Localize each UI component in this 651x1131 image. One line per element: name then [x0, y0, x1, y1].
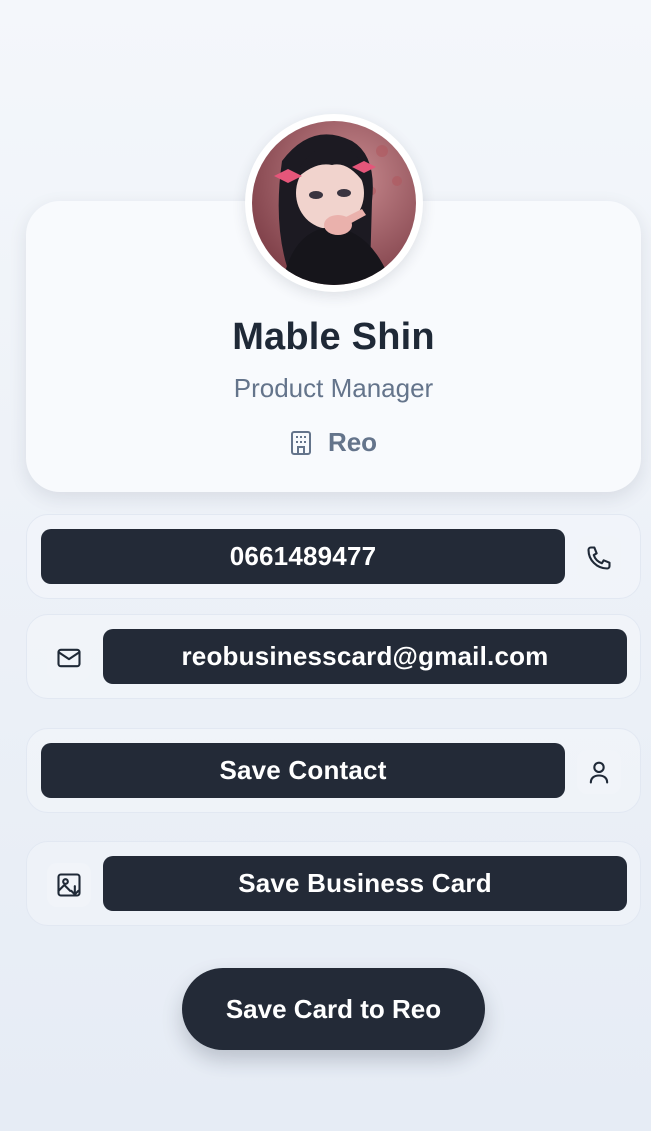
phone-row: 0661489477 — [26, 514, 641, 599]
save-business-card-row: Save Business Card — [26, 841, 641, 926]
company-info: Reo — [26, 427, 641, 458]
email-button[interactable]: reobusinesscard@gmail.com — [103, 629, 627, 684]
save-card-to-reo-button[interactable]: Save Card to Reo — [182, 968, 485, 1050]
profile-role: Product Manager — [233, 373, 434, 403]
avatar-image — [252, 121, 416, 285]
save-contact-row: Save Contact — [26, 728, 641, 813]
profile-name: Mable Shin — [232, 316, 435, 358]
building-icon — [290, 430, 312, 456]
avatar — [245, 114, 423, 292]
mail-icon[interactable] — [47, 636, 91, 680]
company-name: Reo — [327, 427, 378, 457]
save-contact-button[interactable]: Save Contact — [41, 743, 565, 798]
image-download-icon[interactable] — [47, 863, 91, 907]
phone-button[interactable]: 0661489477 — [41, 529, 565, 584]
user-icon[interactable] — [577, 750, 621, 794]
email-row: reobusinesscard@gmail.com — [26, 614, 641, 699]
save-business-card-button[interactable]: Save Business Card — [103, 856, 627, 911]
phone-icon[interactable] — [577, 536, 621, 580]
